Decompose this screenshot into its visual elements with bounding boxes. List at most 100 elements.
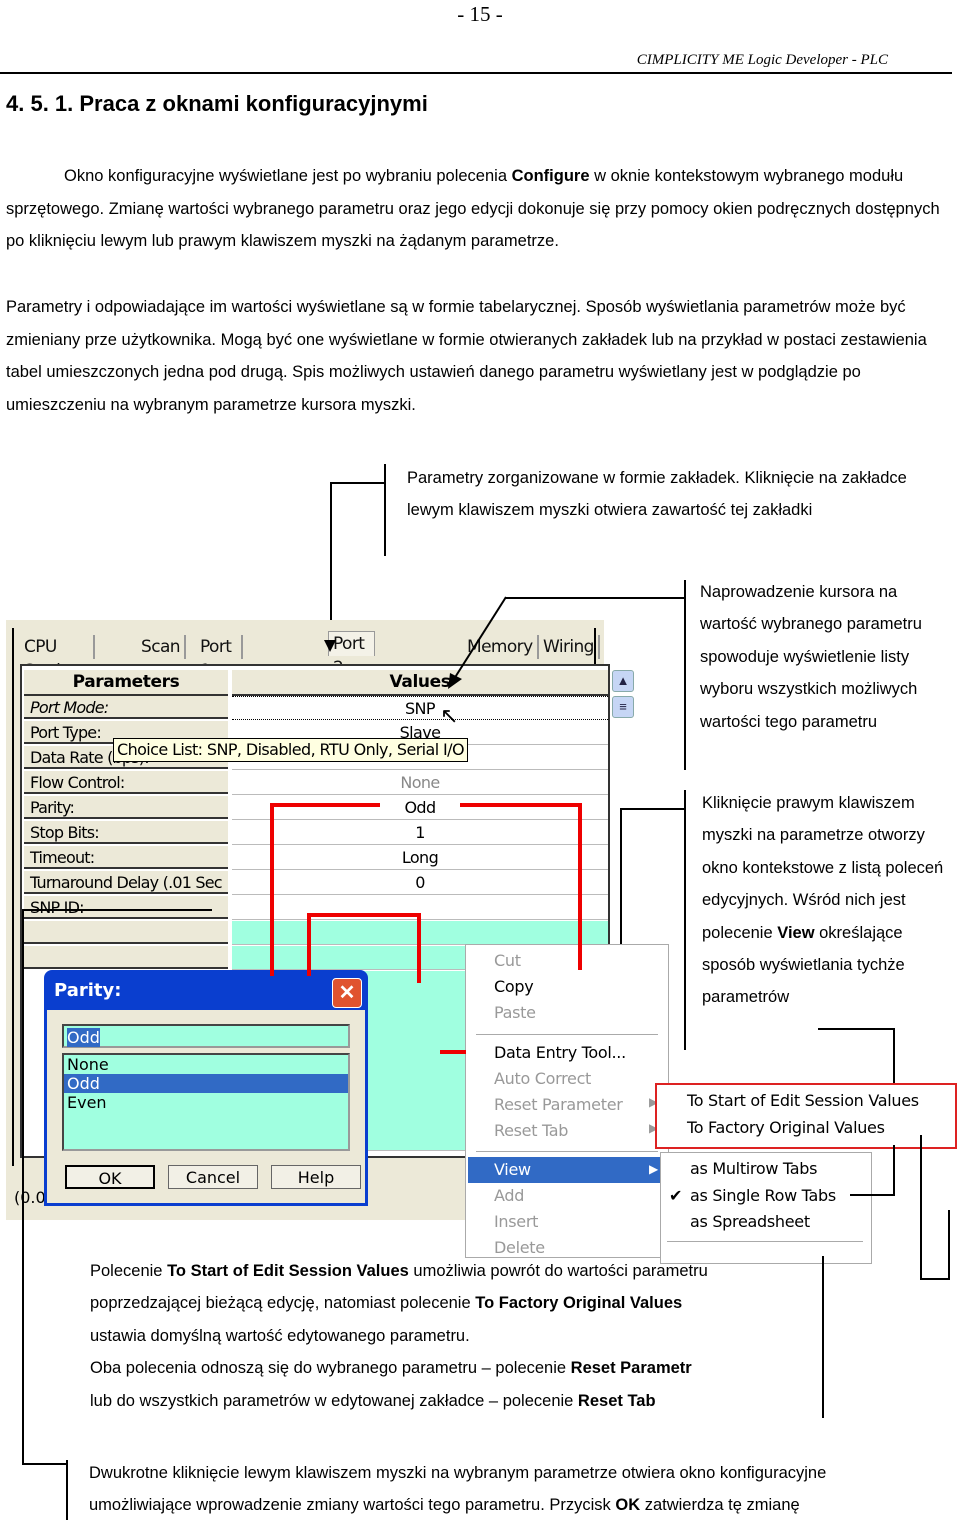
- callout-text: lub do wszystkich parametrów w edytowane…: [90, 1391, 578, 1410]
- callout-text: umożliwiające wprowadzenie zmiany wartoś…: [89, 1496, 616, 1515]
- submenu-arrow-icon: ▶: [649, 1162, 659, 1176]
- callout-text: zatwierdza tę zmianę: [640, 1496, 800, 1515]
- param-snp-id[interactable]: SNP ID:: [24, 896, 228, 919]
- parity-dialog: Parity: ✕ Odd None Odd Even OK Cancel He…: [44, 970, 368, 1206]
- connector-line: [505, 597, 685, 599]
- value-flow-control[interactable]: None: [232, 771, 608, 795]
- menu-item-view[interactable]: View: [494, 1160, 531, 1179]
- status-bar-fragment: (0.0: [14, 1188, 46, 1207]
- parity-options-list[interactable]: None Odd Even: [62, 1053, 350, 1151]
- menu-item-auto-correct[interactable]: Auto Correct: [494, 1069, 591, 1088]
- intro-paragraph-1: Okno konfiguracyjne wyświetlane jest po …: [6, 160, 956, 258]
- column-header-parameters[interactable]: Parameters: [24, 670, 228, 696]
- tab-port-1[interactable]: Port 1 (RS-232): [196, 635, 243, 729]
- callout-text: Dwukrotne kliknięcie lewym klawiszem mys…: [89, 1464, 827, 1482]
- callout-bold: Reset Parametr: [570, 1359, 692, 1378]
- param-empty-row: [24, 921, 228, 944]
- callout-bold: To Factory Original Values: [475, 1294, 683, 1313]
- connector-line: [684, 790, 686, 1050]
- ok-button[interactable]: OK: [65, 1165, 155, 1189]
- menu-item-reset-tab[interactable]: Reset Tab: [494, 1121, 568, 1140]
- param-stop-bits[interactable]: Stop Bits:: [24, 821, 228, 844]
- param-port-mode[interactable]: Port Mode:: [24, 696, 228, 719]
- scroll-up-icon[interactable]: ▲: [612, 670, 634, 692]
- menu-item-to-factory-original[interactable]: To Factory Original Values: [687, 1118, 885, 1137]
- callout-hover: Naprowadzenie kursora na wartość wybrane…: [700, 576, 950, 738]
- close-icon[interactable]: ✕: [332, 978, 362, 1008]
- section-title: 4. 5. 1. Praca z oknami konfiguracyjnymi: [6, 91, 428, 116]
- tab-wiring[interactable]: Wiring: [539, 635, 600, 659]
- scroll-thumb-icon[interactable]: ≡: [612, 696, 634, 718]
- param-turnaround-delay[interactable]: Turnaround Delay (.01 Sec: [24, 871, 228, 894]
- red-frame: [440, 1050, 466, 1054]
- value-parity[interactable]: Odd: [232, 796, 608, 820]
- intro-text: Okno konfiguracyjne wyświetlane jest po …: [64, 167, 512, 185]
- connector-line: [22, 909, 212, 911]
- callout-tabs: Parametry zorganizowane w formie zakłade…: [407, 462, 927, 527]
- callout-bold: Reset Tab: [577, 1391, 656, 1410]
- option-even[interactable]: Even: [64, 1093, 348, 1112]
- connector-line: [893, 1145, 895, 1195]
- menu-item-multirow-tabs[interactable]: as Multirow Tabs: [690, 1159, 817, 1178]
- menu-item-to-start-of-edit-session[interactable]: To Start of Edit Session Values: [687, 1091, 919, 1110]
- menu-item-reset-parameter[interactable]: Reset Parameter: [494, 1095, 623, 1114]
- red-frame: [270, 803, 274, 973]
- connector-line: [948, 1210, 950, 1280]
- tab-scan[interactable]: Scan: [137, 635, 186, 659]
- intro-text-2: Parametry i odpowiadające im wartości wy…: [6, 298, 927, 414]
- red-frame: [460, 803, 580, 807]
- value-port-mode[interactable]: SNP: [232, 696, 608, 720]
- menu-separator: [476, 1034, 658, 1035]
- intro-paragraph-2: Parametry i odpowiadające im wartości wy…: [6, 291, 956, 421]
- menu-item-single-row-tabs[interactable]: as Single Row Tabs: [690, 1186, 836, 1205]
- menu-item-copy[interactable]: Copy: [494, 977, 534, 996]
- value-timeout[interactable]: Long: [232, 846, 608, 870]
- connector-line: [384, 464, 386, 556]
- red-frame: [578, 803, 582, 853]
- callout-reset: Polecenie To Start of Edit Session Value…: [90, 1255, 810, 1417]
- menu-item-cut[interactable]: Cut: [494, 951, 521, 970]
- red-frame: [270, 803, 380, 807]
- connector-line: [22, 1463, 67, 1465]
- menu-item-data-entry-tool[interactable]: Data Entry Tool...: [494, 1043, 626, 1062]
- dialog-title: Parity:: [54, 980, 122, 1001]
- red-frame: [417, 913, 421, 983]
- callout-double-click: Dwukrotne kliknięcie lewym klawiszem mys…: [89, 1457, 959, 1522]
- context-menu: Cut Copy Paste Data Entry Tool... Auto C…: [465, 944, 669, 1258]
- param-flow-control[interactable]: Flow Control:: [24, 771, 228, 794]
- column-header-values[interactable]: Values: [232, 670, 608, 696]
- intro-bold-configure: Configure: [511, 167, 590, 185]
- connector-line: [684, 580, 686, 770]
- callout-text: poprzedzającej bieżącą edycję, natomiast…: [90, 1294, 476, 1313]
- param-timeout[interactable]: Timeout:: [24, 846, 228, 869]
- value-turnaround-delay[interactable]: 0: [232, 871, 608, 895]
- callout-bold: To Start of Edit Session Values: [167, 1262, 409, 1280]
- help-button[interactable]: Help: [271, 1165, 361, 1189]
- connector-line: [850, 1194, 895, 1196]
- parity-value-input[interactable]: Odd: [62, 1024, 350, 1048]
- callout-text: umożliwia powrót do wartości parametru: [408, 1262, 708, 1280]
- checkmark-icon: ✔: [669, 1186, 683, 1205]
- connector-line: [822, 1256, 824, 1418]
- cancel-button[interactable]: Cancel: [168, 1165, 258, 1189]
- callout-text: ustawia domyślną wartość edytowanego par…: [90, 1326, 470, 1345]
- callout-text: Kliknięcie prawym klawiszem myszki na pa…: [702, 794, 944, 942]
- mouse-cursor-icon: ↖: [440, 703, 459, 728]
- menu-item-add[interactable]: Add: [494, 1186, 524, 1205]
- menu-item-insert[interactable]: Insert: [494, 1212, 538, 1231]
- view-submenu: as Multirow Tabs ✔ as Single Row Tabs as…: [660, 1152, 872, 1264]
- header-rule: [0, 72, 952, 74]
- callout-hover-text: Naprowadzenie kursora na wartość wybrane…: [700, 583, 922, 731]
- connector-line: [330, 482, 386, 484]
- red-frame: [307, 913, 421, 917]
- connector-line: [330, 482, 332, 642]
- tab-cpu-settings[interactable]: CPU Settings: [20, 635, 95, 681]
- option-none[interactable]: None: [64, 1055, 348, 1074]
- pointer-arrow: [448, 596, 507, 689]
- param-parity[interactable]: Parity:: [24, 796, 228, 819]
- menu-item-spreadsheet[interactable]: as Spreadsheet: [690, 1212, 810, 1231]
- menu-item-paste[interactable]: Paste: [494, 1003, 536, 1022]
- callout-text: Polecenie: [90, 1262, 168, 1280]
- value-stop-bits[interactable]: 1: [232, 821, 608, 845]
- option-odd[interactable]: Odd: [64, 1074, 348, 1093]
